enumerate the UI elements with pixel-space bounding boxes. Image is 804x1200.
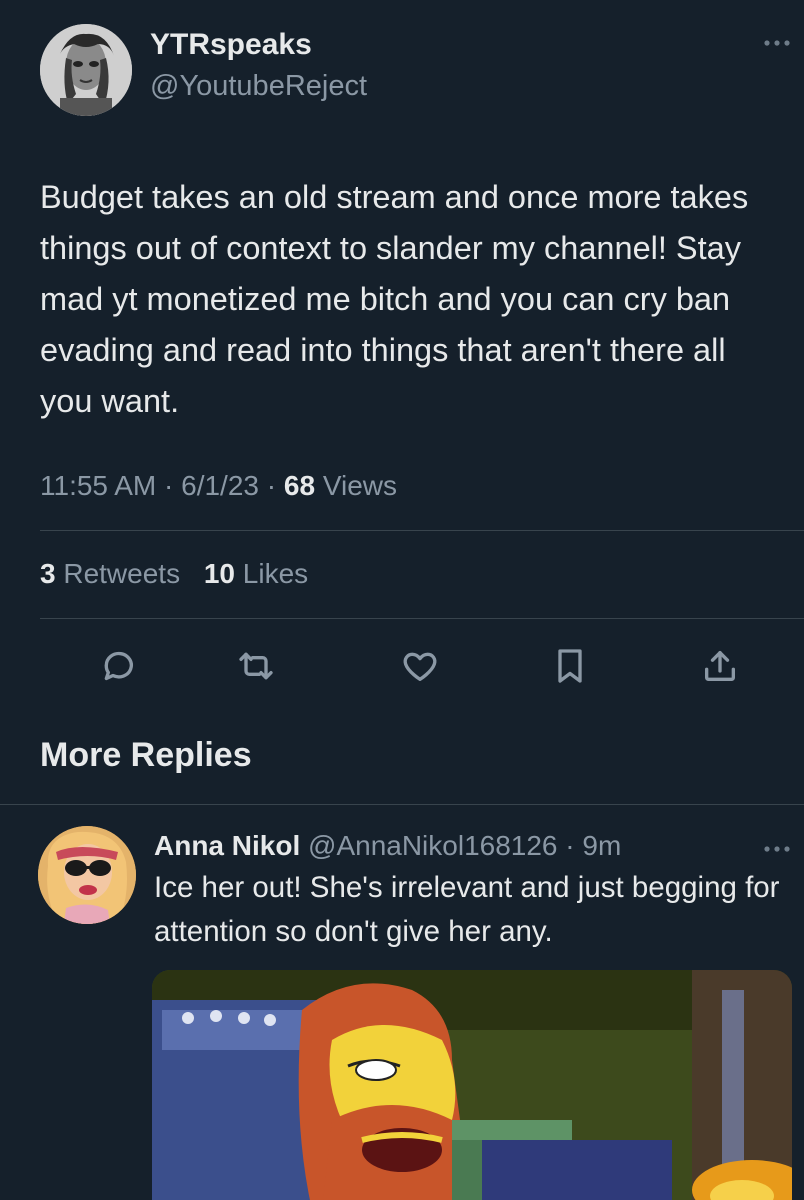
reply-media-image[interactable]	[152, 970, 792, 1200]
reply-time[interactable]: 9m	[582, 830, 621, 861]
divider	[40, 530, 804, 531]
reply-icon[interactable]	[96, 644, 140, 688]
meta-separator: ·	[164, 470, 182, 501]
ellipsis-icon[interactable]	[762, 834, 792, 860]
retweet-icon[interactable]	[234, 644, 278, 688]
divider	[0, 804, 804, 805]
meta-separator: ·	[266, 470, 284, 501]
author-avatar[interactable]	[40, 24, 132, 116]
reply-header: Anna Nikol @AnnaNikol168126 · 9m	[154, 830, 621, 862]
reply-text: Ice her out! She's irrelevant and just b…	[154, 871, 780, 948]
views-label: Views	[322, 470, 397, 501]
tweet-date[interactable]: 6/1/23	[181, 470, 259, 501]
tweet-stats: 3 Retweets 10 Likes	[40, 558, 308, 590]
author-handle[interactable]: @YoutubeReject	[150, 70, 367, 103]
retweets-label: Retweets	[63, 558, 181, 589]
retweets-stat[interactable]: 3 Retweets	[40, 558, 180, 589]
retweets-count: 3	[40, 558, 56, 589]
bookmark-icon[interactable]	[548, 644, 592, 688]
tweet-meta: 11:55 AM · 6/1/23 · 68 Views	[40, 470, 397, 502]
like-icon[interactable]	[398, 644, 442, 688]
tweet-action-bar	[0, 640, 804, 696]
reply-author-avatar[interactable]	[38, 826, 136, 924]
reply-author-handle[interactable]: @AnnaNikol168126	[308, 830, 557, 861]
likes-stat[interactable]: 10 Likes	[204, 558, 308, 589]
ellipsis-icon[interactable]	[762, 28, 792, 48]
share-icon[interactable]	[698, 644, 742, 688]
reply-author-name[interactable]: Anna Nikol	[154, 830, 300, 861]
likes-label: Likes	[242, 558, 309, 589]
divider	[40, 618, 804, 619]
views-count: 68	[283, 470, 316, 501]
tweet-text: Budget takes an old stream and once more…	[40, 179, 749, 419]
tweet-detail-page: YTRspeaks @YoutubeReject Budget takes an…	[0, 0, 804, 1200]
meta-separator: ·	[557, 830, 583, 861]
section-title: More Replies	[40, 736, 252, 774]
tweet-time[interactable]: 11:55 AM	[40, 470, 156, 501]
author-display-name[interactable]: YTRspeaks	[150, 28, 312, 62]
likes-count: 10	[203, 558, 236, 589]
